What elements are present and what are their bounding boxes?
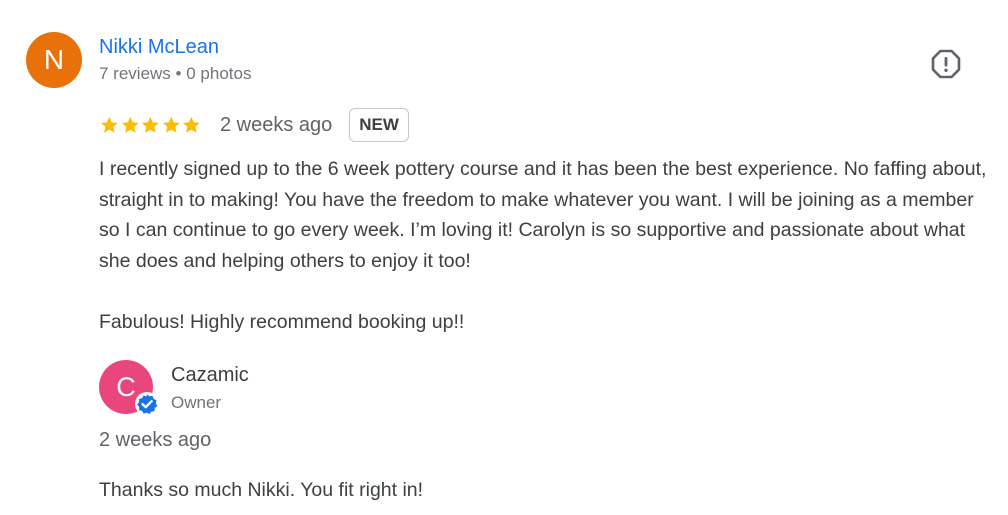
review-paragraph: I recently signed up to the 6 week potte… <box>99 158 987 272</box>
review-paragraph: Fabulous! Highly recommend booking up!! <box>99 310 465 333</box>
review-text: I recently signed up to the 6 week potte… <box>99 154 989 337</box>
reviewer-initial: N <box>43 44 65 75</box>
star-icon <box>142 116 159 133</box>
reply-time: 2 weeks ago <box>99 429 212 451</box>
owner-name: Cazamic <box>171 364 249 386</box>
star-icon <box>121 116 139 133</box>
star-icon <box>100 116 118 133</box>
report-icon[interactable] <box>930 48 962 80</box>
owner-role: Owner <box>171 393 222 412</box>
reviews-count: 7 reviews <box>99 64 171 83</box>
rating-row: 2 weeks ago NEW <box>99 108 409 142</box>
star-icon <box>162 116 180 133</box>
reviewer-name-link[interactable]: Nikki McLean <box>99 36 219 59</box>
photos-count: 0 photos <box>186 64 252 83</box>
verified-icon <box>135 392 159 416</box>
reply-text: Thanks so much Nikki. You fit right in! <box>99 479 424 501</box>
owner-initial: C <box>116 371 136 402</box>
reviewer-avatar[interactable]: N <box>26 32 82 88</box>
reviewer-meta: 7 reviews • 0 photos <box>99 64 251 84</box>
star-rating <box>99 115 202 135</box>
new-badge: NEW <box>349 108 409 142</box>
star-icon <box>183 116 201 133</box>
review-time: 2 weeks ago <box>219 113 333 136</box>
meta-separator: • <box>175 64 182 83</box>
